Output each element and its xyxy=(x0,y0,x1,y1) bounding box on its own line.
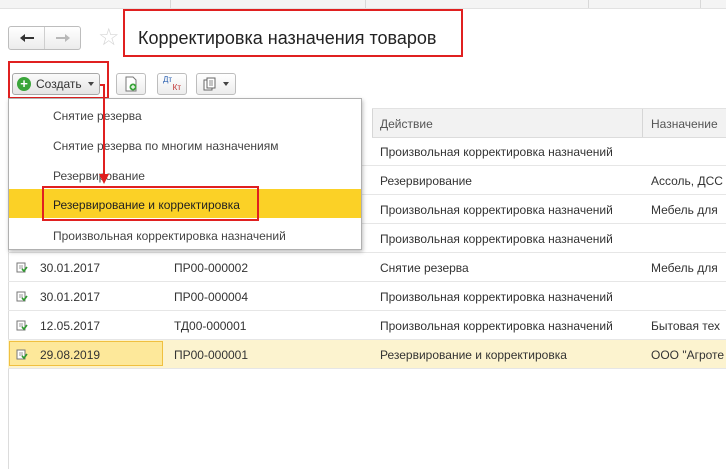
cell-purpose: Бытовая тех xyxy=(651,319,721,333)
report-icon xyxy=(203,77,216,91)
cell-action: Произвольная корректировка назначений xyxy=(380,145,613,159)
forward-arrow-icon xyxy=(55,34,70,42)
column-header-purpose[interactable]: Назначение xyxy=(651,117,718,131)
forward-button[interactable] xyxy=(44,27,80,49)
strip-separator xyxy=(700,0,701,8)
strip-separator xyxy=(588,0,589,8)
menu-item-highlight-frame xyxy=(42,186,259,221)
cell-action: Произвольная корректировка назначений xyxy=(380,290,613,304)
cell-action: Произвольная корректировка назначений xyxy=(380,319,613,333)
navigation-buttons xyxy=(8,26,81,50)
top-column-strip xyxy=(0,0,726,9)
cell-action: Произвольная корректировка назначений xyxy=(380,232,613,246)
new-document-icon xyxy=(125,76,137,92)
dt-kt-icon-bottom: Кт xyxy=(172,83,181,92)
cell-action: Снятие резерва xyxy=(380,261,469,275)
cell-purpose: Мебель для xyxy=(651,203,718,217)
cell-date: 12.05.2017 xyxy=(40,319,101,333)
table-row[interactable]: 30.01.2017 ПР00-000004 Произвольная корр… xyxy=(8,282,726,311)
menu-item-release-reserve[interactable]: Снятие резерва xyxy=(9,100,361,129)
cell-number: ПР00-000004 xyxy=(174,290,249,304)
cell-action: Резервирование и корректировка xyxy=(380,348,567,362)
title-highlight-frame xyxy=(123,9,463,57)
cell-number: ПР00-000001 xyxy=(174,348,249,362)
menu-item-arbitrary-correction[interactable]: Произвольная корректировка назначений xyxy=(9,220,361,249)
cell-date: 30.01.2017 xyxy=(40,290,101,304)
menu-item-release-reserve-multiple[interactable]: Снятие резерва по многим назначениям xyxy=(9,130,361,159)
new-document-button[interactable] xyxy=(116,73,146,95)
document-posted-icon xyxy=(16,262,28,273)
menu-item-reservation[interactable]: Резервирование xyxy=(9,160,361,189)
chevron-down-icon xyxy=(223,82,229,86)
cell-number: ТД00-000001 xyxy=(174,319,247,333)
favorite-star-icon[interactable]: ☆ xyxy=(98,24,120,52)
cell-purpose: Ассоль, ДСС xyxy=(651,174,723,188)
cell-date: 30.01.2017 xyxy=(40,261,101,275)
strip-separator xyxy=(365,0,366,8)
document-posted-icon xyxy=(16,320,28,331)
cell-purpose: ООО "Агроте xyxy=(651,348,725,362)
menu-item-label: Снятие резерва по многим назначениям xyxy=(53,139,279,153)
table-row-selected[interactable]: 29.08.2019 ПР00-000001 Резервирование и … xyxy=(8,340,726,369)
menu-item-label: Произвольная корректировка назначений xyxy=(53,229,286,243)
dt-kt-icon-top: Дт xyxy=(163,75,173,84)
column-separator xyxy=(642,109,643,137)
menu-item-label: Снятие резерва xyxy=(53,109,142,123)
create-dropdown-menu: Снятие резерва Снятие резерва по многим … xyxy=(8,98,362,250)
back-arrow-icon xyxy=(19,34,34,42)
document-posted-icon xyxy=(16,291,28,302)
cell-date: 29.08.2019 xyxy=(40,348,101,362)
annotation-arrow-head xyxy=(99,174,109,184)
strip-separator xyxy=(170,0,171,8)
back-button[interactable] xyxy=(9,27,44,49)
report-menu-button[interactable] xyxy=(196,73,236,95)
create-highlight-frame xyxy=(8,61,109,99)
dt-kt-button[interactable]: Дт Кт xyxy=(157,73,187,95)
table-header: Действие Назначение xyxy=(372,108,726,138)
cell-purpose: Мебель для xyxy=(651,261,718,275)
document-posted-icon xyxy=(16,349,28,360)
column-separator xyxy=(372,109,373,137)
annotation-arrow xyxy=(103,84,105,175)
cell-action: Резервирование xyxy=(380,174,472,188)
table-row[interactable]: 12.05.2017 ТД00-000001 Произвольная корр… xyxy=(8,311,726,340)
cell-number: ПР00-000002 xyxy=(174,261,249,275)
cell-action: Произвольная корректировка назначений xyxy=(380,203,613,217)
table-row[interactable]: 30.01.2017 ПР00-000002 Снятие резерва Ме… xyxy=(8,253,726,282)
column-header-action[interactable]: Действие xyxy=(380,117,433,131)
